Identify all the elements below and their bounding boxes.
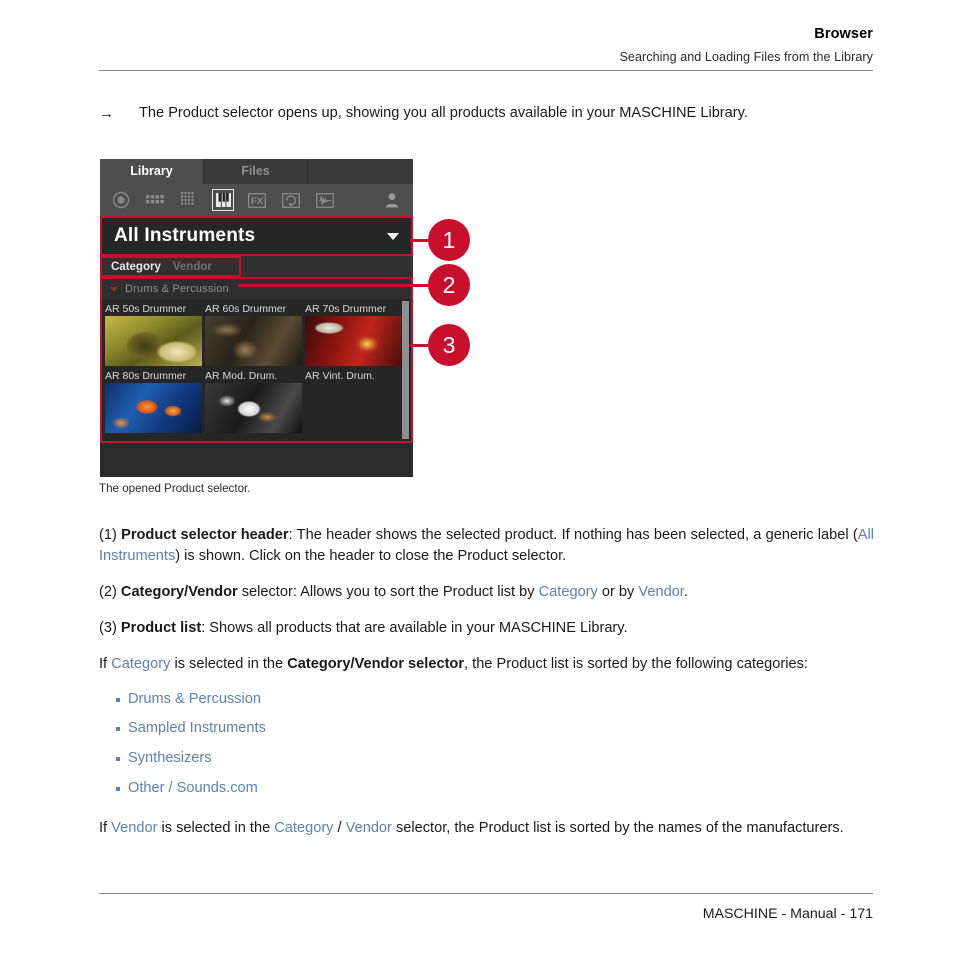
footer-text: MASCHINE - Manual - 171 (702, 906, 873, 922)
product-tile-grid: AR 50s Drummer AR 60s Drummer AR 70s Dru… (102, 299, 411, 436)
product-tile[interactable]: AR 70s Drummer (305, 302, 402, 366)
tab-strip-filler (308, 159, 413, 184)
drumkit-grid-icon[interactable] (144, 189, 166, 211)
chevron-down-icon (387, 232, 399, 240)
paragraph-callout-1: (1) Product selector header: The header … (99, 525, 874, 568)
header-title: Browser (814, 26, 873, 42)
callout-2-link-category[interactable]: Category (539, 584, 598, 600)
category-vendor-selector: Category Vendor (100, 256, 413, 277)
page-footer: MASCHINE - Manual - 171 (99, 893, 873, 922)
header-subtitle: Searching and Loading Files from the Lib… (619, 50, 873, 64)
paragraph-callout-3: (3) Product list: Shows all products tha… (99, 618, 874, 640)
callout-2-text-b: or by (597, 584, 639, 601)
vendor-sorting-link-vendor-2[interactable]: Vendor (346, 820, 392, 836)
callout-2-text-a: selector: Allows you to sort the Product… (237, 584, 539, 601)
browser-panel-screenshot: Library Files FX All Instruments Categor… (100, 159, 413, 477)
callout-2-term: Category/Vendor (120, 584, 238, 601)
fx-icon[interactable]: FX (246, 189, 268, 211)
callout-2-link-vendor[interactable]: Vendor (638, 584, 683, 600)
product-tile-label: AR 60s Drummer (205, 303, 287, 315)
callout-1-term: Product selector header (121, 526, 289, 543)
waveform-icon[interactable] (314, 189, 336, 211)
footer-divider (99, 893, 873, 894)
product-tile-label: AR 70s Drummer (305, 303, 387, 315)
tab-library[interactable]: Library (100, 159, 204, 184)
product-list-scrollbar[interactable] (402, 301, 409, 439)
header-divider (99, 70, 873, 71)
all-icon[interactable] (110, 189, 132, 211)
callout-3-number: (3) (99, 620, 117, 637)
product-tile-artwork (105, 383, 202, 433)
category-tab[interactable]: Category (111, 261, 161, 273)
product-tile-artwork (305, 316, 402, 366)
product-selector-header[interactable]: All Instruments (100, 216, 413, 256)
piano-keys-icon[interactable] (212, 189, 234, 211)
list-item[interactable]: Drums & Percussion (99, 685, 874, 715)
callout-2-text-c: . (683, 584, 688, 601)
product-tile[interactable]: AR 60s Drummer (205, 302, 302, 366)
product-tile-label: AR 80s Drummer (105, 370, 187, 382)
product-tile-label: AR 50s Drummer (105, 303, 187, 315)
callout-badge-2: 2 (428, 264, 470, 306)
category-vendor-highlight-box: Category Vendor (100, 256, 241, 277)
product-tile-artwork (105, 316, 202, 366)
paragraph-vendor-sorting: If Vendor is selected in the Category / … (99, 818, 874, 840)
loop-sampler-icon[interactable] (280, 189, 302, 211)
fine-grid-icon[interactable] (178, 189, 200, 211)
product-tile[interactable]: AR 50s Drummer (105, 302, 202, 366)
vendor-tab[interactable]: Vendor (173, 261, 212, 273)
product-tile-artwork (205, 383, 302, 433)
body-content: (1) Product selector header: The header … (99, 510, 874, 848)
callout-2-number: (2) (99, 584, 117, 601)
intro-result-text: The Product selector opens up, showing y… (139, 105, 748, 121)
product-selector-label: All Instruments (114, 225, 256, 246)
paragraph-category-sorting: If Category is selected in the Category/… (99, 654, 874, 676)
product-tile-label: AR Mod. Drum. (205, 370, 278, 382)
product-tile[interactable]: AR 80s Drummer (105, 369, 202, 433)
product-tile-artwork (305, 383, 402, 433)
product-group-header[interactable]: Drums & Percussion (102, 279, 411, 299)
list-item[interactable]: Synthesizers (99, 744, 874, 774)
svg-text:FX: FX (251, 196, 264, 207)
callout-badge-1: 1 (428, 219, 470, 261)
product-tile-label: AR Vint. Drum. (305, 370, 375, 382)
category-sorting-text-a: If (99, 656, 112, 673)
product-list[interactable]: Drums & Percussion AR 50s Drummer AR 60s… (100, 277, 413, 443)
category-sorting-link[interactable]: Category (111, 656, 170, 672)
vendor-sorting-link-category[interactable]: Category (274, 820, 333, 836)
browser-icon-toolbar: FX (100, 184, 413, 216)
product-tile[interactable]: AR Vint. Drum. (305, 369, 402, 433)
user-icon[interactable] (381, 189, 403, 211)
vendor-sorting-link-vendor[interactable]: Vendor (111, 820, 157, 836)
tab-files[interactable]: Files (204, 159, 308, 184)
list-item[interactable]: Other / Sounds.com (99, 774, 874, 804)
callout-1-text-b: ) is shown. Click on the header to close… (175, 548, 567, 565)
callout-leader-2 (238, 284, 432, 287)
vendor-sorting-separator: / (333, 819, 346, 836)
vendor-sorting-text-b: is selected in the (157, 819, 275, 836)
arrow-right-icon: → (99, 105, 114, 122)
callout-1-text-a: : The header shows the selected product.… (288, 526, 858, 543)
category-list: Drums & Percussion Sampled Instruments S… (99, 685, 874, 803)
list-item[interactable]: Sampled Instruments (99, 714, 874, 744)
callout-badge-3: 3 (428, 324, 470, 366)
figure-caption: The opened Product selector. (99, 482, 251, 495)
browser-tab-strip: Library Files (100, 159, 413, 184)
product-tile[interactable]: AR Mod. Drum. (205, 369, 302, 433)
vendor-sorting-text-d: selector, the Product list is sorted by … (391, 819, 844, 836)
vendor-sorting-text-a: If (99, 819, 112, 836)
product-tile-artwork (205, 316, 302, 366)
category-sorting-text-b: is selected in the (170, 656, 288, 673)
intro-result-block: → The Product selector opens up, showing… (99, 103, 874, 125)
page-header: Browser Searching and Loading Files from… (99, 26, 873, 71)
product-group-label: Drums & Percussion (125, 283, 229, 295)
paragraph-callout-2: (2) Category/Vendor selector: Allows you… (99, 582, 874, 604)
chevron-collapse-icon[interactable] (110, 286, 118, 292)
category-sorting-text-c: , the Product list is sorted by the foll… (464, 656, 808, 673)
callout-1-number: (1) (99, 526, 117, 543)
category-vendor-selector-term: Category/Vendor selector (287, 656, 465, 673)
callout-3-text: : Shows all products that are available … (201, 620, 628, 637)
callout-3-term: Product list (120, 620, 202, 637)
